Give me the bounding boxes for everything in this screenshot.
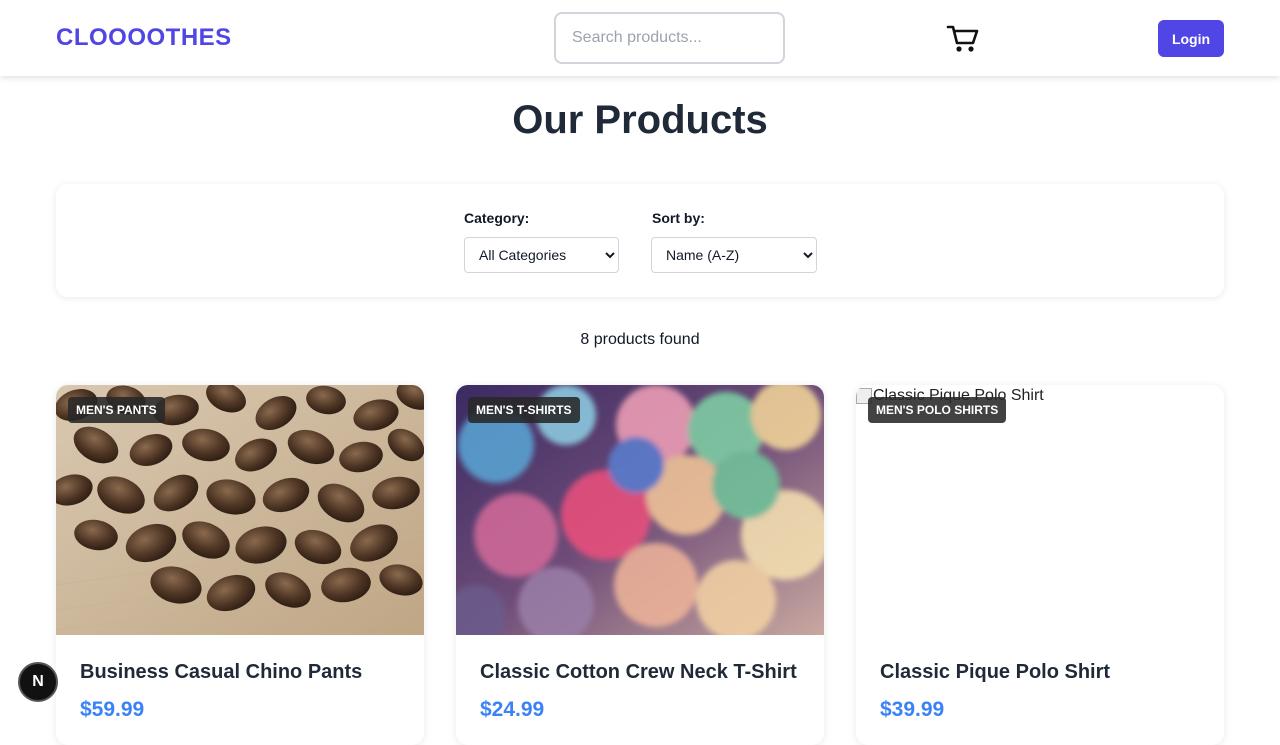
category-badge: MEN'S POLO SHIRTS [868,397,1007,423]
login-button[interactable]: Login [1158,20,1224,57]
product-card[interactable]: MEN'S T-SHIRTS Classic Cotton Crew Neck … [456,385,824,745]
brand-logo[interactable]: CLOOOOTHES [56,24,232,52]
product-name[interactable]: Classic Pique Polo Shirt [880,661,1110,684]
product-card[interactable]: Classic Pique Polo Shirt MEN'S POLO SHIR… [856,385,1224,745]
product-card[interactable]: MEN'S PANTS Business Casual Chino Pants … [56,385,424,745]
navbar: CLOOOOTHES Login [0,0,1280,76]
results-count: 8 products found [580,331,700,348]
nextjs-dev-badge[interactable]: N [18,662,58,702]
filters-panel: Category: All Categories Sort by: Name (… [56,184,1224,297]
sort-select[interactable]: Name (A-Z) [651,237,817,273]
product-price: $24.99 [480,698,545,721]
search-input[interactable] [554,12,785,64]
category-badge: MEN'S PANTS [68,397,165,423]
category-badge: MEN'S T-SHIRTS [468,397,580,423]
product-name[interactable]: Business Casual Chino Pants [80,661,362,684]
category-label: Category: [464,210,530,226]
product-price: $39.99 [880,698,945,721]
page-title: Our Products [512,98,768,142]
category-select[interactable]: All Categories [464,237,619,273]
sort-label: Sort by: [652,210,705,226]
product-name[interactable]: Classic Cotton Crew Neck T-Shirt [480,661,797,684]
product-price: $59.99 [80,698,145,721]
cart-icon[interactable] [946,22,980,54]
